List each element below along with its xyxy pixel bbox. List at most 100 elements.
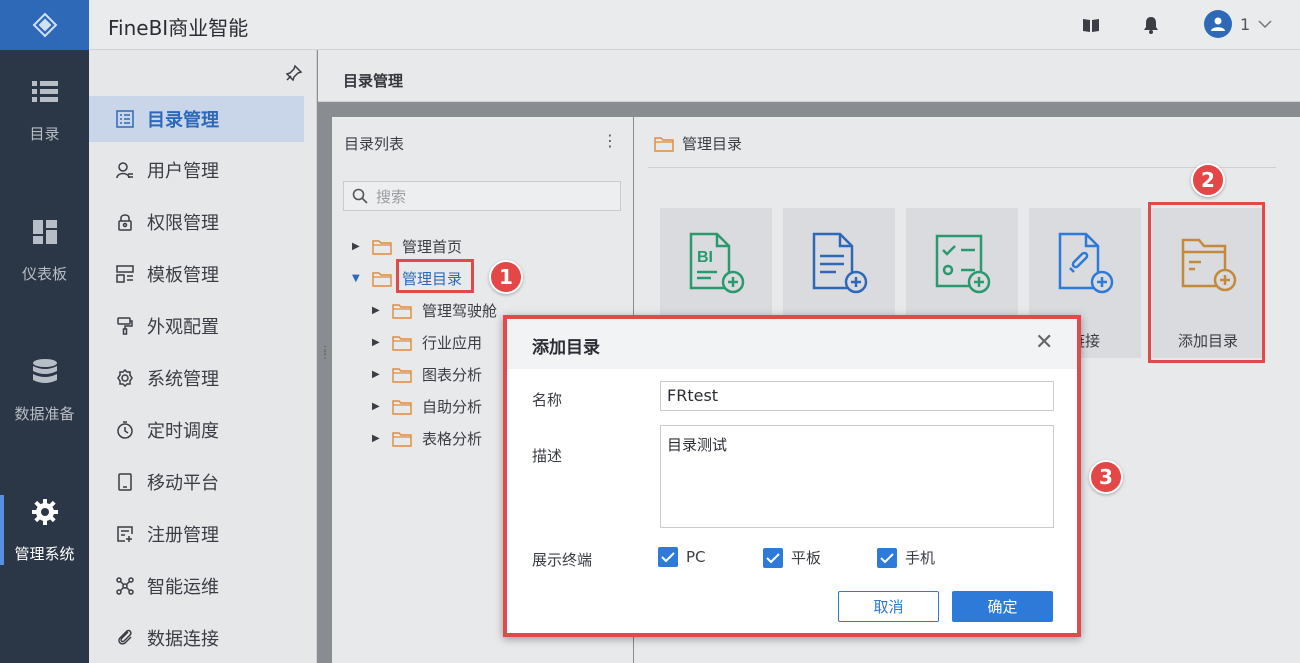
tree-node-label: 图表分析 — [422, 366, 483, 384]
tree-node[interactable]: ▶ 管理驾驶舱 — [372, 300, 497, 321]
folder-icon — [392, 335, 412, 351]
sidebar-item-ops[interactable]: 智能运维 — [89, 563, 304, 609]
catalog-icon — [115, 109, 135, 129]
rail-item-data-prep[interactable]: 数据准备 — [0, 335, 89, 445]
tree-node[interactable]: ▶ 自助分析 — [372, 396, 482, 417]
sidebar-label: 用户管理 — [147, 161, 219, 182]
user-menu[interactable]: 1 — [1204, 10, 1272, 38]
rail-label-data-prep: 数据准备 — [14, 404, 75, 423]
splitter-handle[interactable]: ⋮ ⋮ — [320, 346, 330, 368]
folder-icon — [392, 303, 412, 319]
sidebar-label: 注册管理 — [147, 525, 219, 546]
sidebar-item-catalog[interactable]: 目录管理 — [89, 96, 304, 142]
mobile-icon — [115, 472, 135, 492]
sidebar-item-mobile[interactable]: 移动平台 — [89, 459, 304, 505]
user-name: 1 — [1240, 14, 1251, 34]
rail-item-catalog[interactable]: 目录 — [0, 55, 89, 165]
description-label: 描述 — [532, 447, 563, 465]
doc-add-icon — [810, 232, 868, 298]
terminal-checkbox-phone[interactable]: 手机 — [877, 547, 935, 568]
sidebar-item-appearance[interactable]: 外观配置 — [89, 303, 304, 349]
chevron-down-icon — [1258, 20, 1272, 28]
svg-text:BI: BI — [697, 249, 713, 266]
caret-right-icon[interactable]: ▶ — [372, 433, 382, 444]
more-vertical-icon[interactable]: ⋮ — [602, 131, 618, 150]
sidebar-item-system[interactable]: 系统管理 — [89, 355, 304, 401]
terminal-checkbox-tablet[interactable]: 平板 — [763, 547, 821, 568]
checkbox-label: 手机 — [905, 549, 936, 567]
folder-icon — [372, 271, 392, 287]
tree-node-label: 管理驾驶舱 — [422, 302, 498, 320]
app-title: FineBI商业智能 — [108, 16, 249, 40]
sidebar-item-data-connection[interactable]: 数据连接 — [89, 615, 304, 661]
gear-icon — [30, 497, 60, 527]
sidebar-item-users[interactable]: 用户管理 — [89, 147, 304, 193]
sidebar-label: 模板管理 — [147, 265, 219, 286]
caret-right-icon[interactable]: ▶ — [352, 241, 362, 252]
book-icon[interactable] — [1080, 14, 1102, 36]
rail-item-admin[interactable]: 管理系统 — [0, 475, 89, 585]
rail-label-admin: 管理系统 — [14, 544, 75, 563]
tree-node[interactable]: ▶ 表格分析 — [372, 428, 482, 449]
pin-icon[interactable] — [285, 64, 303, 86]
tree-node[interactable]: ▶ 图表分析 — [372, 364, 482, 385]
avatar — [1204, 10, 1232, 38]
sidebar-label: 权限管理 — [147, 213, 219, 234]
folder-icon — [654, 136, 674, 152]
description-field[interactable]: 目录测试 — [660, 425, 1054, 528]
sidebar-item-templates[interactable]: 模板管理 — [89, 251, 304, 297]
caret-right-icon[interactable]: ▶ — [372, 305, 382, 316]
name-label: 名称 — [532, 391, 563, 409]
folder-icon — [392, 367, 412, 383]
rail-item-dashboard[interactable]: 仪表板 — [0, 195, 89, 305]
page-title: 目录管理 — [343, 72, 404, 90]
register-icon — [115, 524, 135, 544]
caret-right-icon[interactable]: ▶ — [372, 369, 382, 380]
tree-title: 目录列表 — [344, 135, 405, 153]
search-input[interactable]: 搜索 — [343, 181, 621, 211]
tree-node[interactable]: ▶ 行业应用 — [372, 332, 482, 353]
checkbox-label: 平板 — [791, 549, 822, 567]
left-rail: 目录 仪表板 数据准备 管理系统 — [0, 0, 89, 663]
callout-badge: 1 — [489, 260, 523, 294]
form-add-icon — [933, 232, 991, 298]
logo-icon[interactable] — [0, 0, 89, 50]
terminal-label: 展示终端 — [532, 551, 593, 569]
sidebar-item-registration[interactable]: 注册管理 — [89, 511, 304, 557]
settings-icon — [115, 368, 135, 388]
folder-header: 管理目录 — [654, 133, 742, 154]
callout-badge: 2 — [1191, 163, 1225, 197]
name-field[interactable]: FRtest — [660, 381, 1054, 411]
content-header: 目录管理 — [318, 50, 1300, 102]
tree-node-label: 行业应用 — [422, 334, 483, 352]
confirm-button[interactable]: 确定 — [952, 591, 1053, 622]
sidebar-label: 外观配置 — [147, 317, 219, 338]
dialog-header: 添加目录 ✕ — [507, 319, 1077, 369]
callout-highlight-card — [1148, 202, 1265, 363]
caret-right-icon[interactable]: ▶ — [372, 401, 382, 412]
divider — [648, 167, 1276, 168]
caret-right-icon[interactable]: ▶ — [372, 337, 382, 348]
close-icon[interactable]: ✕ — [1035, 332, 1053, 354]
bell-icon[interactable] — [1140, 14, 1162, 36]
check-icon — [763, 547, 783, 568]
sidebar-label: 智能运维 — [147, 577, 219, 598]
bi-file-add-icon: BI — [687, 232, 745, 298]
folder-icon — [392, 399, 412, 415]
sidebar-label: 定时调度 — [147, 421, 219, 442]
callout-badge: 3 — [1089, 460, 1123, 494]
tree-node[interactable]: ▶ 管理首页 — [352, 236, 462, 257]
terminal-checkbox-pc[interactable]: PC — [658, 547, 706, 567]
rail-label-dashboard: 仪表板 — [21, 264, 67, 283]
sidebar-item-permissions[interactable]: 权限管理 — [89, 199, 304, 245]
link-add-icon — [1056, 232, 1114, 298]
dashboard-icon — [30, 217, 60, 247]
rail-label-catalog: 目录 — [29, 124, 60, 143]
database-icon — [30, 357, 60, 387]
list-icon — [30, 77, 60, 107]
ops-icon — [115, 576, 135, 596]
caret-down-icon[interactable]: ▼ — [352, 273, 362, 284]
sidebar-item-schedule[interactable]: 定时调度 — [89, 407, 304, 453]
folder-icon — [372, 239, 392, 255]
cancel-button[interactable]: 取消 — [838, 591, 939, 622]
